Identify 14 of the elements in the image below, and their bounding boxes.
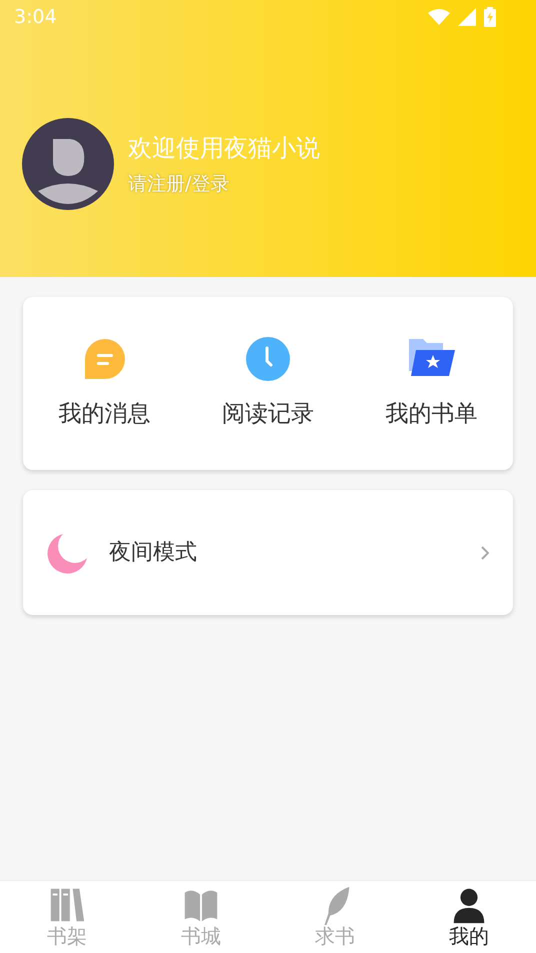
moon-icon <box>47 532 89 574</box>
greeting-text: 欢迎使用夜猫小说 <box>128 132 320 164</box>
clock-icon <box>244 335 292 384</box>
status-time: 3:04 <box>14 4 57 30</box>
wifi-icon <box>428 9 450 25</box>
chevron-right-icon <box>481 546 489 560</box>
signal-icon <box>458 8 476 26</box>
night-mode-row[interactable]: 夜间模式 <box>23 490 513 615</box>
avatar-icon[interactable] <box>22 118 114 210</box>
shortcut-button[interactable]: 我的消息 <box>23 335 186 432</box>
nav-tab[interactable]: 我的 <box>402 881 536 953</box>
battery-icon <box>484 7 496 27</box>
shortcut-button[interactable]: 阅读记录 <box>186 335 350 432</box>
shortcut-button[interactable]: 我的书单 <box>350 335 513 432</box>
